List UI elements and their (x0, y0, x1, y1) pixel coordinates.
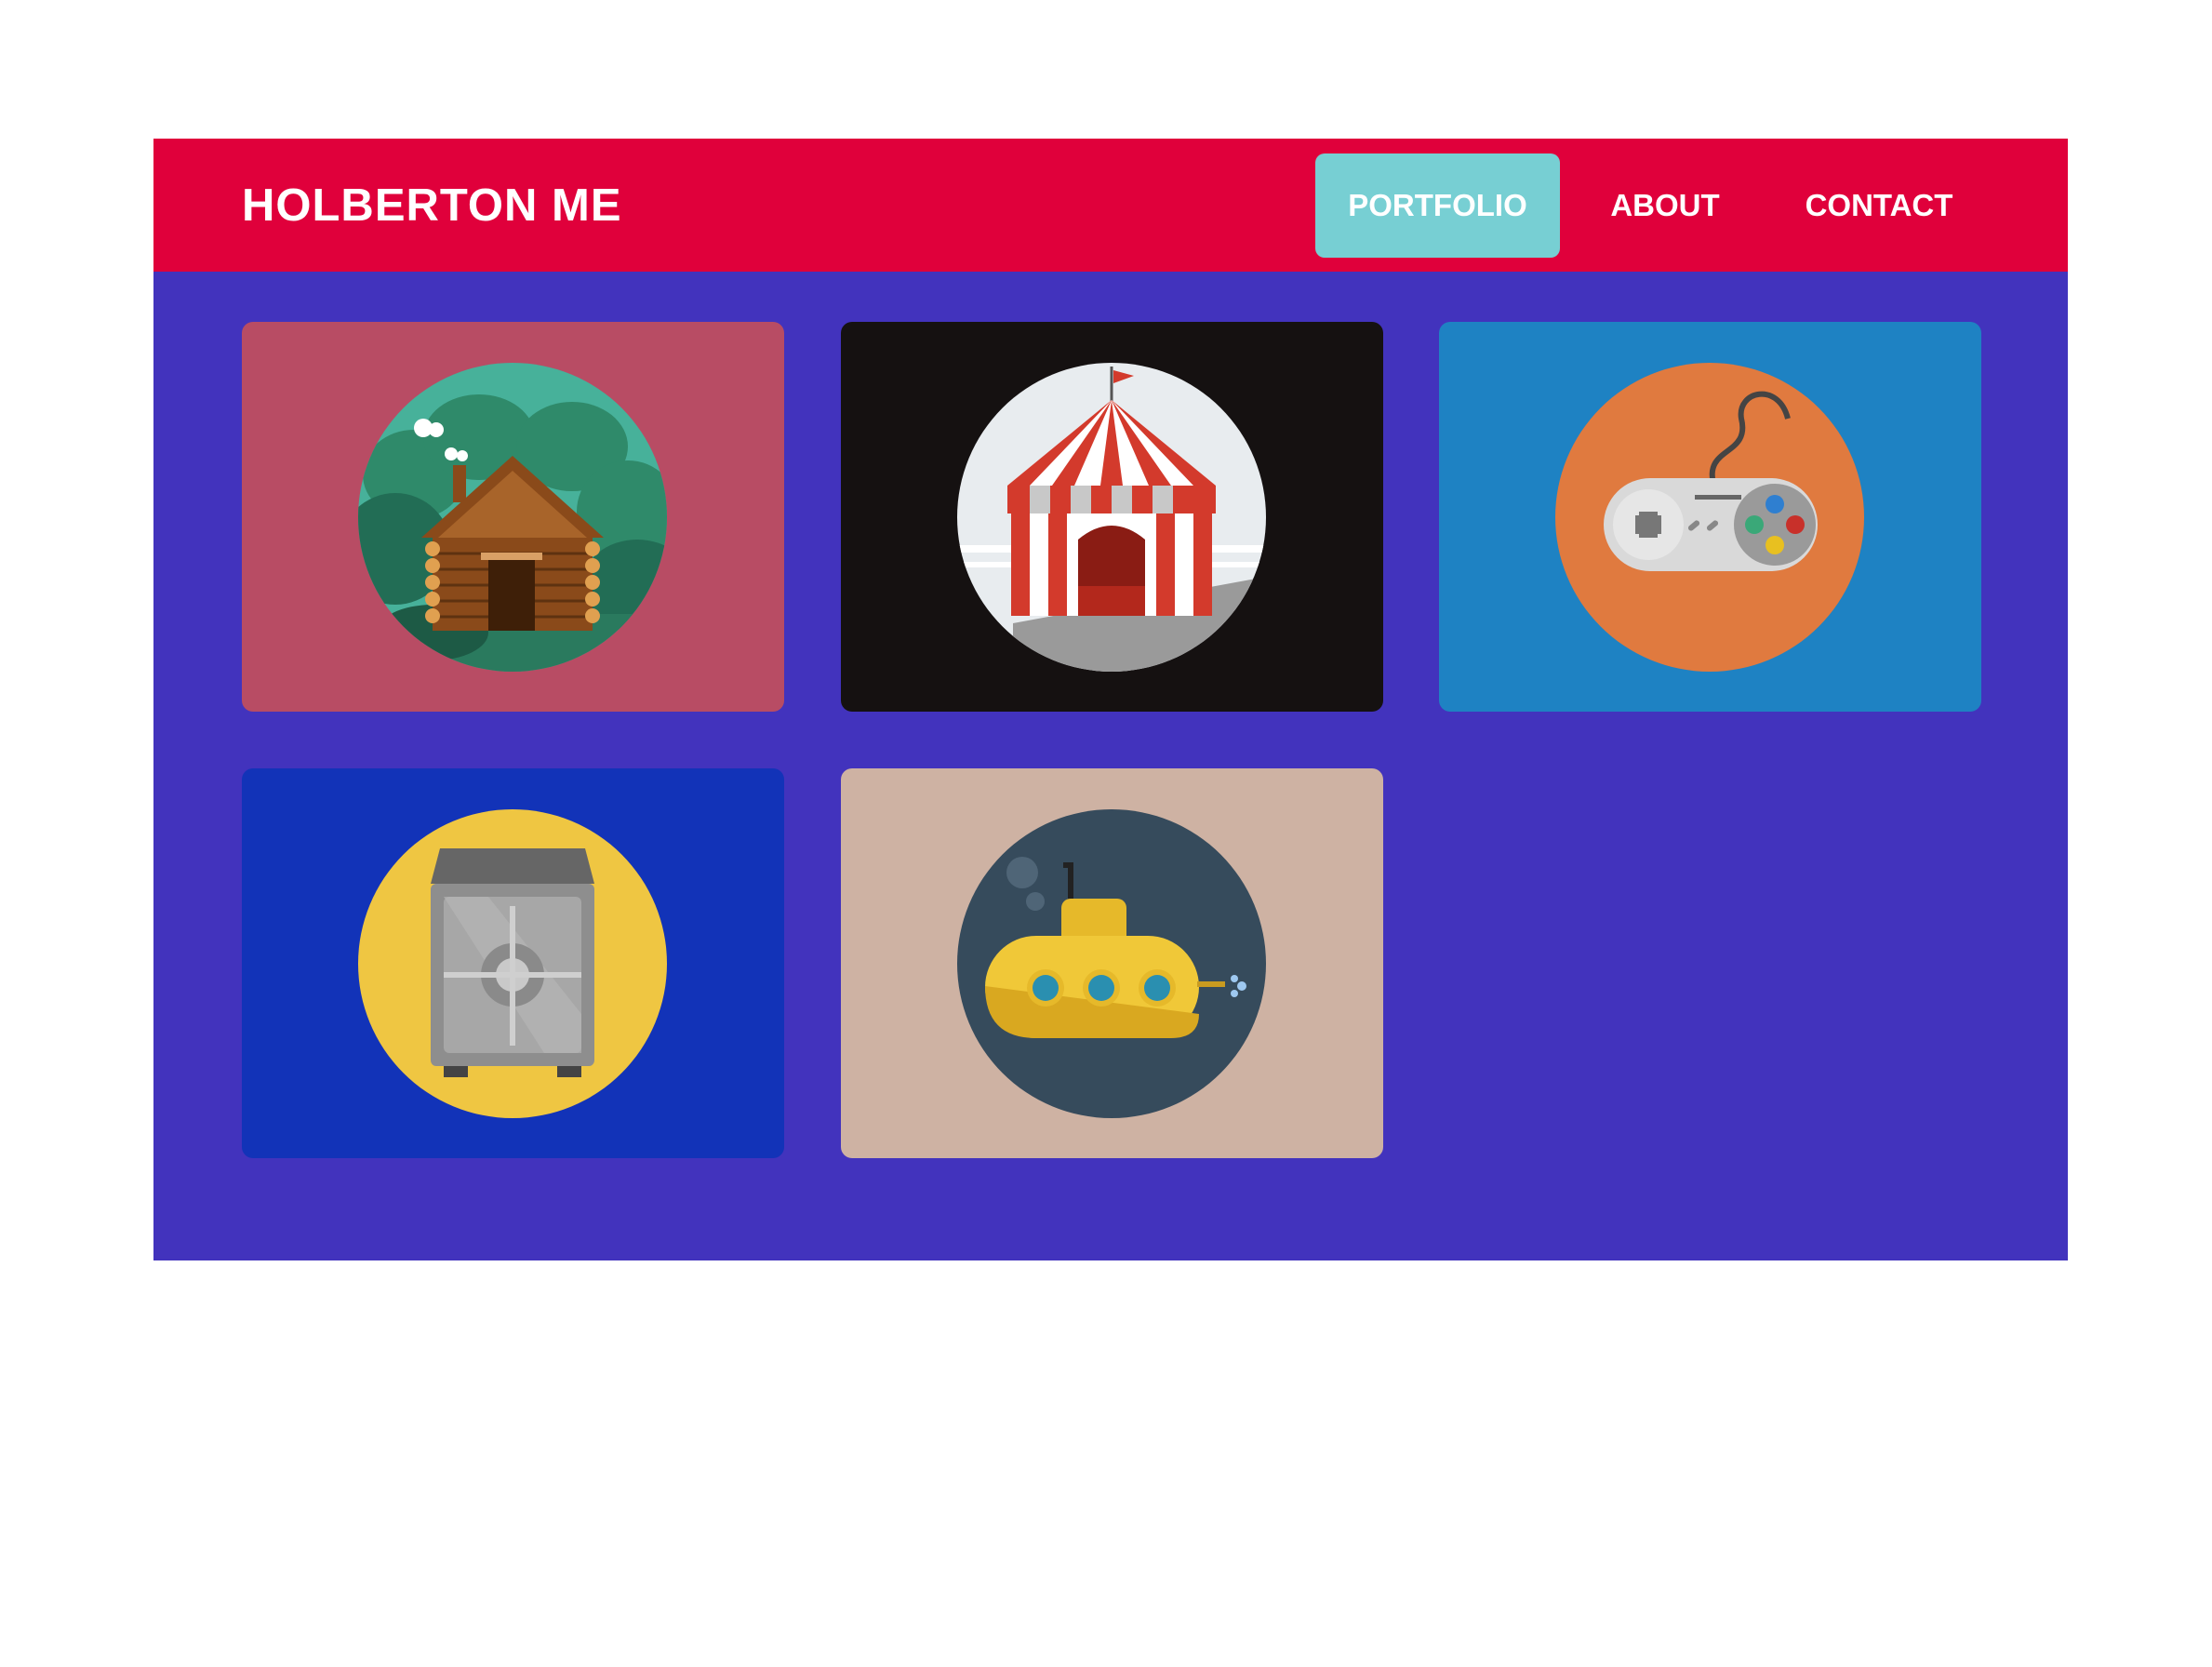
portfolio-card-safe[interactable] (242, 768, 784, 1158)
nav-contact[interactable]: CONTACT (1767, 153, 1991, 258)
portfolio-card-submarine[interactable] (841, 768, 1383, 1158)
safe-vault-icon (358, 809, 667, 1118)
top-navigation-bar: HOLBERTON ME PORTFOLIO ABOUT CONTACT (153, 139, 2068, 272)
submarine-icon (957, 809, 1266, 1118)
game-controller-icon (1555, 363, 1864, 672)
circus-tent-icon (957, 363, 1266, 672)
portfolio-card-circus[interactable] (841, 322, 1383, 712)
log-cabin-icon (358, 363, 667, 672)
portfolio-card-cabin[interactable] (242, 322, 784, 712)
nav-about[interactable]: ABOUT (1577, 153, 1753, 258)
site-brand[interactable]: HOLBERTON ME (242, 178, 622, 233)
portfolio-card-controller[interactable] (1439, 322, 1981, 712)
nav-portfolio[interactable]: PORTFOLIO (1315, 153, 1560, 258)
portfolio-page: HOLBERTON ME PORTFOLIO ABOUT CONTACT (153, 139, 2068, 1260)
